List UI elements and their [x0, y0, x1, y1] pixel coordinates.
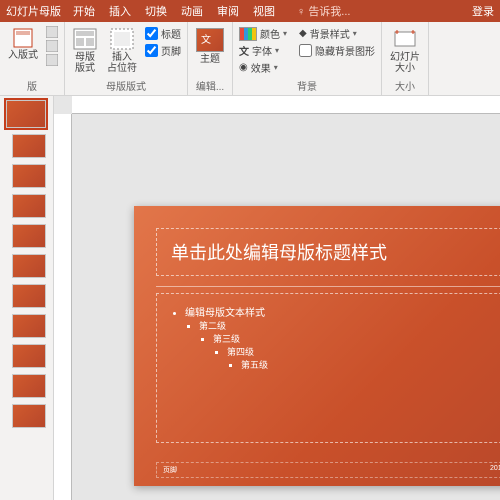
effects-icon: ◉	[239, 62, 248, 73]
workspace: 单击此处编辑母版标题样式 编辑母版文本样式 第二级 第三级 第四级 第五级	[0, 96, 500, 500]
ruler-vertical	[54, 114, 72, 500]
context-tab-label: 幻灯片母版	[6, 3, 61, 19]
title-checkbox[interactable]: 标题	[145, 26, 181, 41]
layout-thumbnail[interactable]	[12, 254, 46, 278]
bg-styles-icon: ◆	[299, 28, 307, 39]
layout-thumbnail[interactable]	[12, 224, 46, 248]
footer-checkbox[interactable]: 页脚	[145, 43, 181, 58]
layout-thumbnail[interactable]	[12, 284, 46, 308]
insert-placeholder-button[interactable]: 插入 占位符	[105, 26, 139, 76]
bullet-level-4: 第四级	[227, 345, 500, 358]
footer-placeholder[interactable]: 页脚 2018/12/23	[156, 462, 500, 478]
footer-left: 页脚	[163, 465, 177, 475]
preserve-icon	[46, 54, 58, 66]
group-size: 幻灯片 大小 大小	[382, 22, 429, 95]
group-layout-edit: 入版式 版	[0, 22, 65, 95]
tab-animation[interactable]: 动画	[181, 3, 203, 19]
thumbnail-panel	[0, 96, 54, 500]
rename-button[interactable]	[46, 26, 58, 38]
tab-transition[interactable]: 切换	[145, 3, 167, 19]
preserve-button[interactable]	[46, 54, 58, 66]
slide-master[interactable]: 单击此处编辑母版标题样式 编辑母版文本样式 第二级 第三级 第四级 第五级	[134, 206, 500, 486]
theme-thumbnail-icon	[196, 28, 224, 52]
ruler-horizontal	[72, 96, 500, 114]
effects-button[interactable]: ◉ 效果 ▾	[239, 60, 287, 75]
divider	[156, 286, 500, 287]
slide-size-icon	[393, 28, 417, 50]
layout-thumbnail[interactable]	[12, 134, 46, 158]
bg-styles-button[interactable]: ◆ 背景样式 ▾	[299, 26, 375, 41]
layout-thumbnail[interactable]	[12, 404, 46, 428]
bullet-level-2: 第二级	[199, 319, 500, 332]
slide-size-button[interactable]: 幻灯片 大小	[388, 26, 422, 76]
layout-icon	[13, 28, 33, 48]
bullet-level-5: 第五级	[241, 358, 500, 371]
footer-date: 2018/12/23	[490, 465, 500, 475]
group-background: 颜色 ▾ 文 字体 ▾ ◉ 效果 ▾ ◆ 背景样式 ▾ 隐藏背景图形 背景	[233, 22, 382, 95]
fonts-icon: 文	[239, 43, 249, 58]
tab-view[interactable]: 视图	[253, 3, 275, 19]
bullet-level-1: 编辑母版文本样式	[185, 304, 500, 319]
rename-icon	[46, 26, 58, 38]
group-edit-theme: 主题 编辑...	[188, 22, 233, 95]
tell-me[interactable]: ♀ 告诉我...	[297, 3, 350, 19]
canvas-area: 单击此处编辑母版标题样式 编辑母版文本样式 第二级 第三级 第四级 第五级	[54, 96, 500, 500]
colors-icon	[239, 27, 257, 41]
tab-review[interactable]: 审阅	[217, 3, 239, 19]
layout-thumbnail[interactable]	[12, 314, 46, 338]
layout-thumbnail[interactable]	[12, 194, 46, 218]
master-layout-button[interactable]: 母版 版式	[71, 26, 99, 76]
delete-icon	[46, 40, 58, 52]
placeholder-icon	[110, 28, 134, 50]
delete-button[interactable]	[46, 40, 58, 52]
group-master-layout: 母版 版式 插入 占位符 标题 页脚 母版版式	[65, 22, 188, 95]
layout-thumbnail[interactable]	[12, 374, 46, 398]
master-thumbnail[interactable]	[6, 100, 46, 128]
master-layout-icon	[73, 28, 97, 50]
colors-button[interactable]: 颜色 ▾	[239, 26, 287, 41]
fonts-button[interactable]: 文 字体 ▾	[239, 43, 287, 58]
title-bar: 幻灯片母版 开始 插入 切换 动画 审阅 视图 ♀ 告诉我... 登录	[0, 0, 500, 22]
layout-thumbnail[interactable]	[12, 344, 46, 368]
ribbon: 入版式 版 母版 版式 插入 占位符 标题 页脚 母版版	[0, 22, 500, 96]
insert-layout-button[interactable]: 入版式	[6, 26, 40, 63]
tab-insert[interactable]: 插入	[109, 3, 131, 19]
content-placeholder[interactable]: 编辑母版文本样式 第二级 第三级 第四级 第五级	[156, 293, 500, 443]
ribbon-tabs: 开始 插入 切换 动画 审阅 视图 ♀ 告诉我...	[73, 3, 472, 19]
themes-button[interactable]: 主题	[194, 26, 226, 67]
layout-thumbnail[interactable]	[12, 164, 46, 188]
bullet-level-3: 第三级	[213, 332, 500, 345]
tab-home[interactable]: 开始	[73, 3, 95, 19]
login-link[interactable]: 登录	[472, 3, 494, 19]
hide-bg-checkbox[interactable]: 隐藏背景图形	[299, 43, 375, 58]
title-placeholder[interactable]: 单击此处编辑母版标题样式	[156, 228, 500, 276]
